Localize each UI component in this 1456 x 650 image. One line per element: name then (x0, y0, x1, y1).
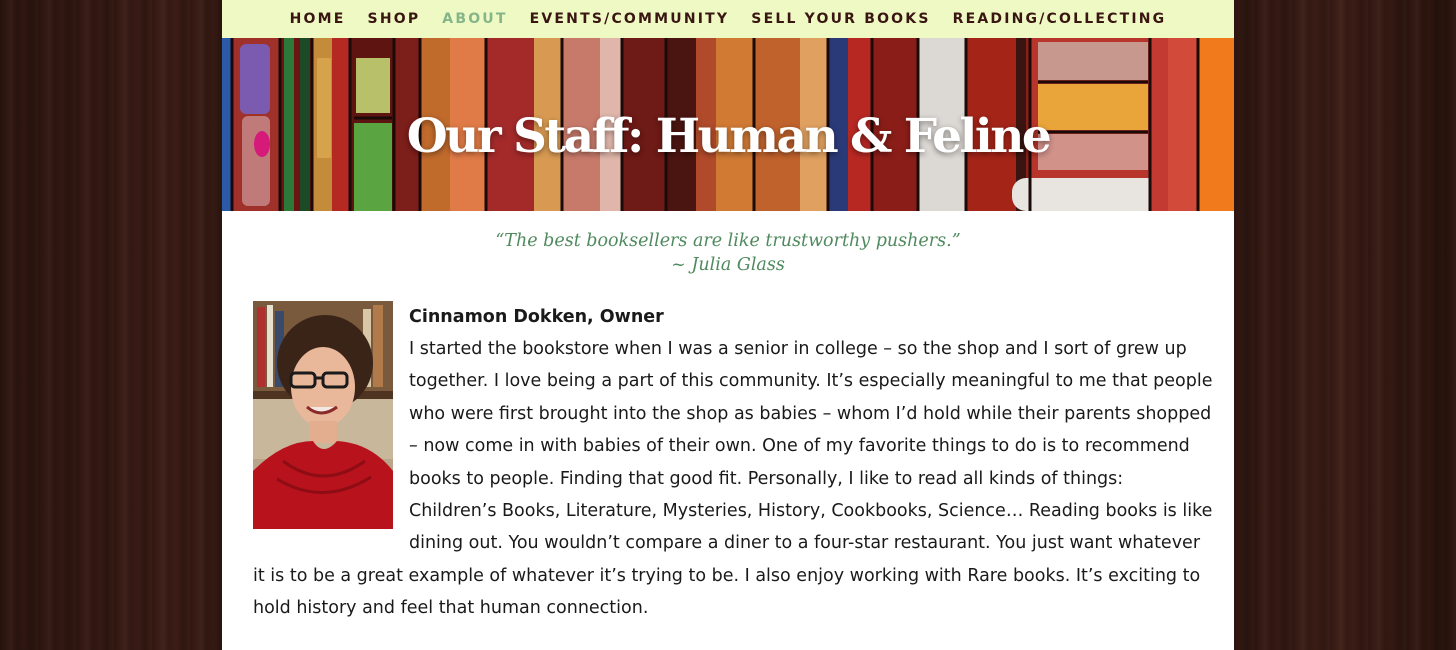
staff-bio: I started the bookstore when I was a sen… (253, 339, 1213, 619)
page-title: Our Staff: Human & Feline (406, 109, 1052, 165)
nav-shop[interactable]: SHOP (368, 11, 421, 27)
epigraph-quote: “The best booksellers are like trustwort… (222, 229, 1234, 277)
staff-entry: Cinnamon Dokken, Owner I started the boo… (253, 301, 1213, 625)
nav-events-community[interactable]: EVENTS/COMMUNITY (530, 11, 730, 27)
nav-sell-your-books[interactable]: SELL YOUR BOOKS (751, 11, 930, 27)
quote-author: ~ Julia Glass (671, 255, 785, 275)
staff-name: Cinnamon Dokken, Owner (409, 307, 664, 327)
nav-about[interactable]: ABOUT (442, 11, 507, 27)
quote-text: “The best booksellers are like trustwort… (495, 231, 961, 251)
nav-home[interactable]: HOME (290, 11, 346, 27)
nav-reading-collecting[interactable]: READING/COLLECTING (953, 11, 1167, 27)
cinnamon-dokken-portrait (253, 301, 393, 529)
hero-banner: Our Staff: Human & Feline (222, 38, 1234, 211)
main-navigation: HOME SHOP ABOUT EVENTS/COMMUNITY SELL YO… (222, 0, 1234, 38)
page-content: HOME SHOP ABOUT EVENTS/COMMUNITY SELL YO… (222, 0, 1234, 650)
staff-photo (253, 301, 393, 529)
